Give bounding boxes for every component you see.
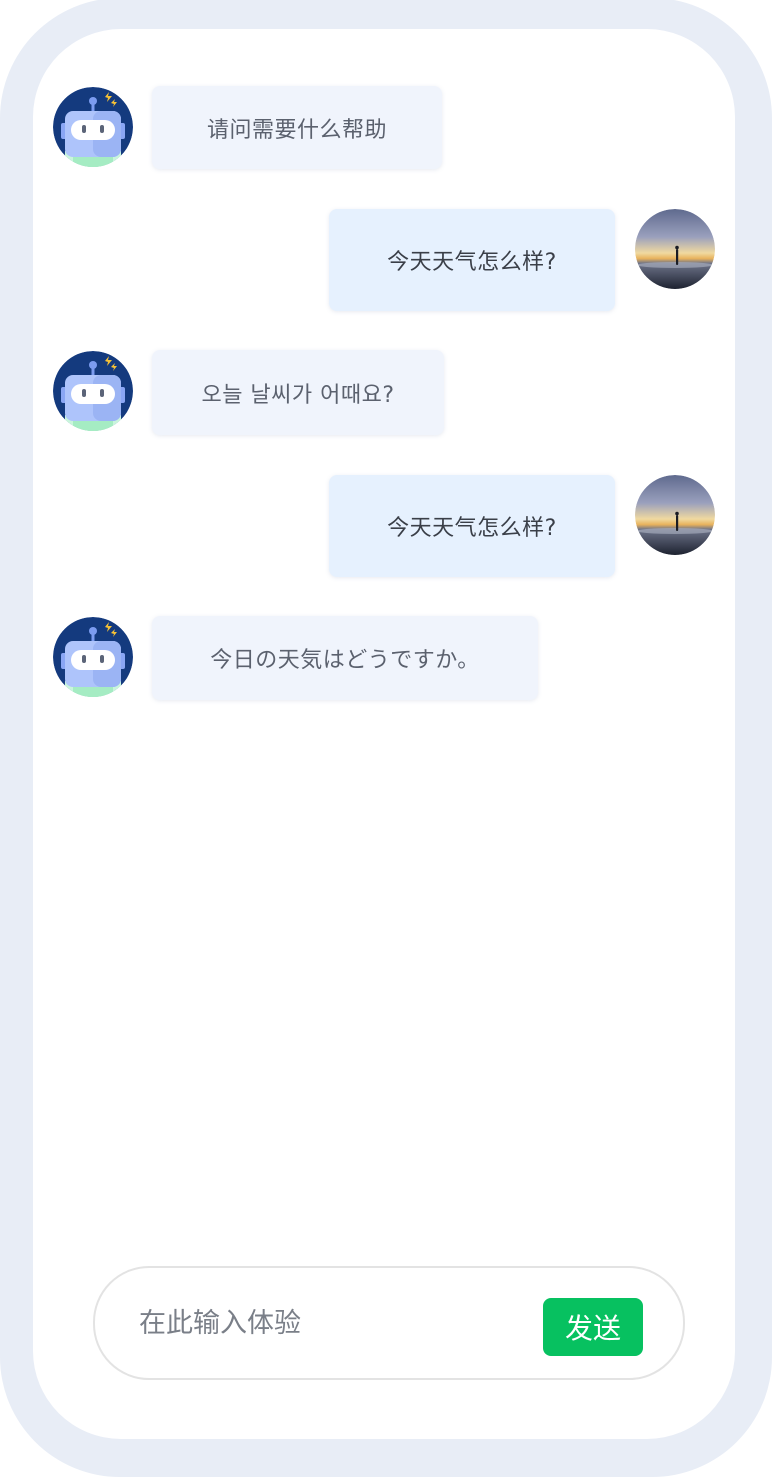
chat-screen: 请问需要什么帮助 今天天气怎么样? 오늘 날씨가 어때요? 今天天气怎么样? 今… <box>33 29 735 1439</box>
message-bubble: 今天天气怎么样? <box>329 475 615 577</box>
message-input[interactable] <box>137 1296 521 1350</box>
message-bubble: 请问需要什么帮助 <box>152 86 442 169</box>
device-frame: 请问需要什么帮助 今天天气怎么样? 오늘 날씨가 어때요? 今天天气怎么样? 今… <box>0 0 772 1477</box>
user-avatar <box>635 475 715 555</box>
send-button[interactable]: 发送 <box>543 1298 643 1356</box>
message-bubble: 今日の天気はどうですか。 <box>152 616 538 700</box>
message-composer: 发送 <box>93 1266 685 1380</box>
message-bubble: 오늘 날씨가 어때요? <box>152 350 444 435</box>
robot-avatar-icon <box>53 617 133 697</box>
message-bubble: 今天天气怎么样? <box>329 209 615 311</box>
robot-avatar-icon <box>53 87 133 167</box>
robot-avatar-icon <box>53 351 133 431</box>
user-avatar <box>635 209 715 289</box>
